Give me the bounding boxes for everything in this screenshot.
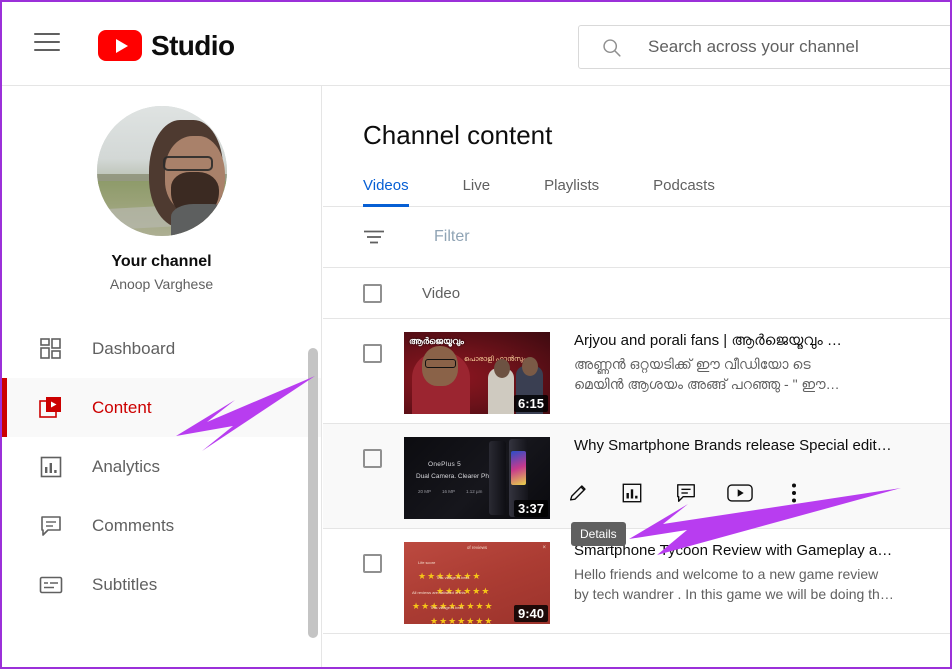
tab-podcasts[interactable]: Podcasts	[653, 177, 715, 206]
sidebar-nav: Dashboard Content Analytics Comments Sub…	[2, 319, 321, 614]
video-meta: Smartphone Tycoon Review with Gameplay a…	[574, 542, 894, 605]
watch-on-youtube-icon[interactable]	[713, 476, 767, 510]
thumbnail-specs: 20 MP 16 MP 1.12 µm	[418, 489, 482, 494]
avatar-shoulder	[170, 204, 227, 236]
video-description-line: മെയിൻ ആശയം അങ്ങ് പറഞ്ഞു - " ഈ…	[574, 376, 840, 393]
video-meta: Why Smartphone Brands release Special ed…	[574, 437, 894, 454]
analytics-bar-chart-icon	[38, 454, 64, 480]
sidebar: Your channel Anoop Varghese Dashboard Co…	[2, 86, 322, 667]
thumbnail-phone-back	[489, 441, 506, 515]
video-description-line: Hello friends and welcome to a new game …	[574, 566, 879, 582]
video-title[interactable]: Why Smartphone Brands release Special ed…	[574, 437, 894, 454]
content-tabs: Videos Live Playlists Podcasts	[323, 177, 950, 207]
video-description-line: by tech wandrer . In this game we will b…	[574, 586, 894, 603]
your-channel-label: Your channel	[111, 253, 212, 270]
thumbnail-rating-label: All reviews are satisfied in this	[412, 590, 466, 595]
sidebar-item-label: Comments	[92, 515, 175, 535]
thumbnail-rating-label: This village is best	[436, 575, 469, 580]
row-checkbox[interactable]	[363, 554, 382, 573]
video-duration: 6:15	[513, 395, 548, 412]
details-edit-icon[interactable]	[551, 476, 605, 510]
subtitles-icon	[38, 572, 64, 598]
sidebar-item-content[interactable]: Content	[2, 378, 321, 437]
more-options-icon[interactable]	[767, 476, 821, 510]
tab-live[interactable]: Live	[463, 177, 491, 206]
search-icon	[603, 38, 621, 57]
studio-brand-link[interactable]: Studio	[98, 30, 235, 61]
thumbnail-line-one: OnePlus 5	[428, 461, 462, 468]
video-description: അണ്ണൻ ഒറ്റയടിക്ക് ഈ വീഡിയോ ടെ മെയിൻ ആശയം…	[574, 354, 894, 395]
hamburger-line	[34, 41, 60, 43]
hamburger-line	[34, 33, 60, 35]
row-action-bar	[551, 476, 821, 510]
play-triangle-icon	[115, 38, 128, 53]
row-checkbox[interactable]	[363, 344, 382, 363]
table-row[interactable]: OnePlus 5 Dual Camera. Clearer Photos. 2…	[323, 424, 950, 546]
video-thumbnail[interactable]: ആർജെയൂവും പൊരാളി ഫാൻസും 6:15	[404, 332, 550, 414]
page-title: Channel content	[363, 120, 553, 150]
video-description: Hello friends and welcome to a new game …	[574, 564, 894, 605]
sidebar-item-analytics[interactable]: Analytics	[2, 437, 321, 496]
sidebar-item-label: Analytics	[92, 456, 161, 476]
thumbnail-rating-group: This village is best ★★★★★★★	[430, 605, 493, 624]
video-title[interactable]: Arjyou and porali fans | ആർജെയൂവും …	[574, 332, 894, 349]
hamburger-menu-icon[interactable]	[34, 33, 60, 53]
search-input[interactable]: Search across your channel	[578, 25, 950, 69]
sidebar-scrollbar[interactable]	[308, 348, 318, 638]
video-meta: Arjyou and porali fans | ആർജെയൂവും … അണ്…	[574, 332, 894, 395]
row-checkbox[interactable]	[363, 449, 382, 468]
analytics-icon[interactable]	[605, 476, 659, 510]
thumbnail-spec: 16 MP	[442, 489, 456, 494]
tab-playlists[interactable]: Playlists	[544, 177, 599, 206]
channel-name-label: Anoop Varghese	[109, 276, 214, 292]
video-duration: 9:40	[513, 605, 548, 622]
dashboard-icon	[38, 336, 64, 362]
hamburger-line	[34, 49, 60, 51]
video-thumbnail[interactable]: OnePlus 5 Dual Camera. Clearer Photos. 2…	[404, 437, 550, 519]
sidebar-item-comments[interactable]: Comments	[2, 496, 321, 555]
sidebar-item-label: Content	[92, 397, 152, 417]
thumbnail-person-glasses	[425, 359, 456, 368]
thumbnail-header-text: of reviews	[466, 545, 488, 550]
select-all-checkbox[interactable]	[363, 283, 382, 303]
avatar-glasses	[162, 156, 213, 171]
filter-icon[interactable]	[363, 229, 385, 245]
avatar[interactable]	[96, 106, 227, 236]
top-bar: Studio Search across your channel	[2, 2, 950, 86]
tab-videos[interactable]: Videos	[363, 177, 409, 207]
thumbnail-rating-label: Life score	[418, 560, 436, 565]
column-header-video: Video	[422, 284, 461, 302]
video-description-line: അണ്ണൻ ഒറ്റയടിക്ക് ഈ വീഡിയോ ടെ	[574, 356, 811, 372]
search-placeholder: Search across your channel	[648, 37, 859, 56]
sidebar-item-label: Subtitles	[92, 574, 158, 594]
brand-label: Studio	[151, 29, 235, 61]
table-row[interactable]: of reviews × Life score ★★★★★★★ This vil…	[323, 529, 950, 634]
sidebar-item-label: Dashboard	[92, 338, 176, 358]
channel-block: Your channel Anoop Varghese	[2, 86, 321, 292]
video-thumbnail[interactable]: of reviews × Life score ★★★★★★★ This vil…	[404, 542, 550, 624]
table-row[interactable]: ആർജെയൂവും പൊരാളി ഫാൻസും 6:15 Arjyou and …	[323, 319, 950, 424]
thumbnail-figure-two-head	[494, 359, 510, 378]
video-duration: 3:37	[513, 500, 548, 517]
thumbnail-phone-screen	[511, 451, 526, 485]
youtube-studio-window: Studio Search across your channel Your c…	[0, 0, 952, 669]
sidebar-item-subtitles[interactable]: Subtitles	[2, 555, 321, 614]
filter-input[interactable]: Filter	[434, 228, 470, 246]
comment-bubble-icon	[38, 513, 64, 539]
thumbnail-rating-stars: ★★★★★★★	[430, 616, 494, 625]
thumbnail-figure-three-head	[522, 357, 538, 376]
sidebar-item-dashboard[interactable]: Dashboard	[2, 319, 321, 378]
thumbnail-rating-label: This village is best	[430, 605, 463, 610]
thumbnail-spec: 1.12 µm	[466, 489, 483, 494]
thumbnail-spec: 20 MP	[418, 489, 432, 494]
content-video-icon	[38, 395, 64, 421]
comments-icon[interactable]	[659, 476, 713, 510]
main-content: Channel content Videos Live Playlists Po…	[323, 86, 950, 667]
tooltip-details: Details	[571, 522, 626, 546]
thumbnail-close-icon: ×	[542, 545, 546, 551]
table-header-row: Video	[323, 268, 950, 319]
filter-row: Filter	[323, 207, 950, 268]
youtube-logo-icon	[98, 30, 142, 61]
